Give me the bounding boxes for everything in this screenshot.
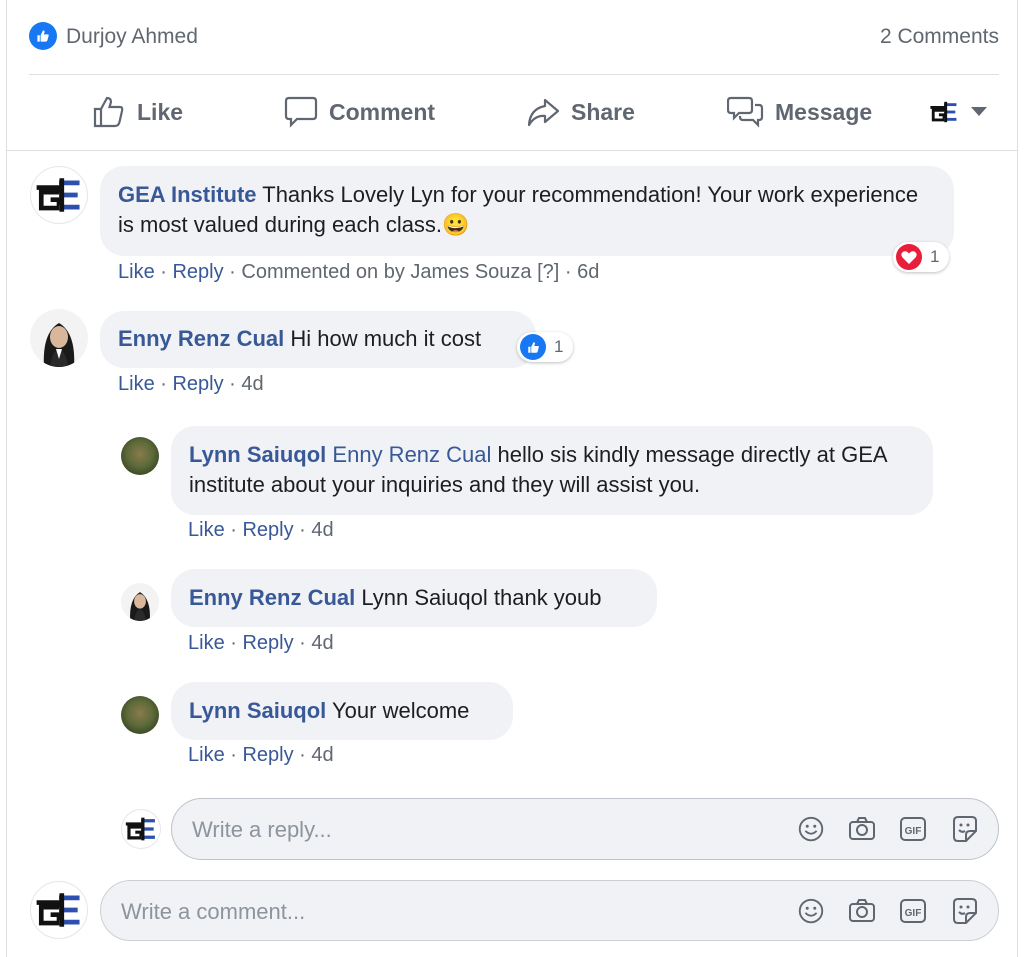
like-button[interactable]: Like	[91, 92, 183, 132]
thumbs-up-icon	[93, 96, 124, 128]
reply-link[interactable]: Reply	[172, 373, 223, 395]
comment-input[interactable]	[119, 881, 683, 942]
reply-composer[interactable]	[171, 798, 999, 861]
message-button[interactable]: Message	[727, 92, 872, 132]
reply-author[interactable]: Enny Renz Cual	[189, 585, 355, 610]
reply-author[interactable]: Lynn Saiuqol	[189, 442, 326, 467]
timestamp[interactable]: 4d	[311, 519, 333, 541]
comment-author[interactable]: Enny Renz Cual	[118, 326, 284, 351]
comment-composer[interactable]	[100, 880, 999, 942]
like-link[interactable]: Like	[118, 261, 155, 283]
like-link[interactable]: Like	[188, 632, 225, 654]
reply-author[interactable]: Lynn Saiuqol	[189, 698, 326, 723]
share-icon	[527, 98, 560, 127]
reply-text: Lynn Saiuqol thank youb	[361, 585, 602, 610]
gea-institute-avatar[interactable]	[30, 166, 88, 224]
reaction-count-pill[interactable]: 1	[893, 242, 950, 272]
comment-author[interactable]: GEA Institute	[118, 182, 257, 207]
mention-link[interactable]: Enny Renz Cual	[332, 442, 491, 467]
like-link[interactable]: Like	[188, 519, 225, 541]
emoji-icon[interactable]	[795, 895, 827, 927]
page-switcher-button[interactable]	[927, 92, 987, 132]
emoji-icon[interactable]	[795, 813, 827, 845]
timestamp[interactable]: 4d	[241, 373, 263, 395]
gea-institute-avatar	[121, 809, 161, 849]
commented-on-by: Commented on by James Souza [?]	[241, 261, 560, 283]
love-reaction-icon	[896, 244, 922, 270]
gif-icon[interactable]	[897, 895, 929, 927]
comment-meta: Like · Reply · 4d	[118, 373, 264, 395]
reaction-summary: Durjoy Ahmed 2 Comments	[29, 20, 999, 56]
lynn-saiuqol-avatar[interactable]	[121, 696, 159, 734]
comment-text: Hi how much it cost	[290, 326, 482, 351]
sticker-icon[interactable]	[948, 895, 980, 927]
reaction-count-pill[interactable]: 1	[517, 332, 574, 362]
share-label: Share	[571, 98, 635, 125]
like-link[interactable]: Like	[118, 373, 155, 395]
reply-bubble: Lynn Saiuqol Enny Renz Cual hello sis ki…	[171, 426, 933, 515]
post-footer: Durjoy Ahmed 2 Comments Like Comment Sha…	[7, 0, 1017, 151]
like-link[interactable]: Like	[188, 744, 225, 766]
like-label: Like	[137, 98, 184, 125]
timestamp[interactable]: 4d	[311, 632, 333, 654]
comment-button[interactable]: Comment	[283, 92, 435, 132]
reply-link[interactable]: Reply	[242, 744, 293, 766]
reaction-count: 1	[930, 247, 940, 266]
camera-icon[interactable]	[846, 895, 878, 927]
message-icon	[727, 96, 764, 128]
camera-icon[interactable]	[846, 813, 878, 845]
message-label: Message	[775, 98, 873, 125]
caret-down-icon	[971, 107, 987, 116]
reply-meta: Like · Reply · 4d	[188, 632, 334, 654]
like-reaction-icon[interactable]	[29, 22, 57, 50]
timestamp[interactable]: 4d	[311, 744, 333, 766]
divider	[29, 74, 999, 75]
comment-meta: Like · Reply · Commented on by James Sou…	[118, 261, 600, 283]
comment-label: Comment	[329, 98, 436, 125]
comment-bubble: Enny Renz Cual Hi how much it cost	[100, 311, 536, 368]
reply-link[interactable]: Reply	[172, 261, 223, 283]
enny-renz-cual-avatar[interactable]	[121, 583, 159, 621]
reply-bubble: Lynn Saiuqol Your welcome	[171, 682, 513, 740]
reply-link[interactable]: Reply	[242, 632, 293, 654]
share-button[interactable]: Share	[525, 92, 635, 132]
gea-institute-avatar	[30, 881, 88, 939]
sticker-icon[interactable]	[948, 813, 980, 845]
reply-link[interactable]: Reply	[242, 519, 293, 541]
reply-bubble: Enny Renz Cual Lynn Saiuqol thank youb	[171, 569, 657, 627]
like-reaction-icon	[520, 334, 546, 360]
gif-icon[interactable]	[897, 813, 929, 845]
gea-logo-icon	[927, 95, 961, 129]
reply-text: Your welcome	[332, 698, 470, 723]
comment-count[interactable]: 2 Comments	[880, 25, 999, 49]
reply-meta: Like · Reply · 4d	[188, 744, 334, 766]
person-photo-icon	[130, 592, 150, 621]
lynn-saiuqol-avatar[interactable]	[121, 437, 159, 475]
reaction-count: 1	[554, 337, 564, 356]
grinning-face-icon: 😀	[442, 212, 470, 237]
enny-renz-cual-avatar[interactable]	[30, 309, 88, 367]
reply-input[interactable]	[190, 799, 754, 861]
post-comments-panel: Durjoy Ahmed 2 Comments Like Comment Sha…	[6, 0, 1018, 957]
person-photo-icon	[43, 323, 75, 367]
comment-bubble: GEA Institute Thanks Lovely Lyn for your…	[100, 166, 954, 256]
comment-icon	[284, 96, 318, 128]
reply-meta: Like · Reply · 4d	[188, 519, 334, 541]
reactor-name[interactable]: Durjoy Ahmed	[66, 25, 198, 49]
timestamp[interactable]: 6d	[577, 261, 599, 283]
